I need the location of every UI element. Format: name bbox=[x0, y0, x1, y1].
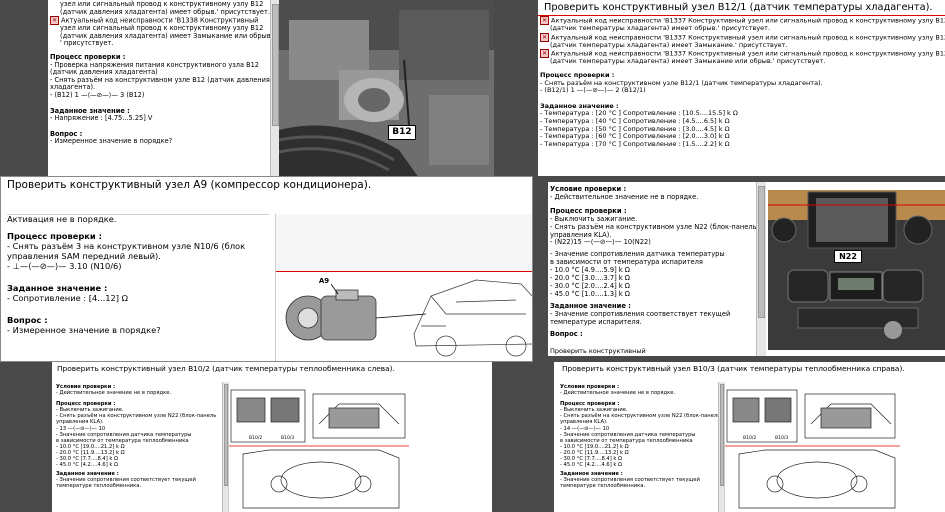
error-icon: ✕ bbox=[540, 16, 549, 25]
condition-text: - Действительное значение не в порядке. bbox=[56, 390, 172, 397]
fault-line: (датчик температуры хладагента) имеет За… bbox=[550, 40, 788, 49]
setpoint-value: - Сопротивление : [4...12] Ω bbox=[7, 293, 128, 303]
text-panel: Условие проверки : - Действительное знач… bbox=[550, 186, 756, 356]
scrollbar-thumb[interactable] bbox=[758, 186, 765, 318]
procedure-line: - (B12) 1 —⟨—⊘—⟩— 3 (B12) bbox=[50, 91, 145, 100]
status-line: Активация не в порядке. bbox=[7, 214, 117, 224]
value-line: - 45.0 °C [4.2....4.6] k Ω bbox=[560, 462, 622, 469]
setpoint-line: температуре теплообменника. bbox=[56, 483, 142, 490]
fault-line: (датчик температуры хладагента) имеет об… bbox=[550, 24, 771, 33]
procedure-line: - (N22)15 —⟨—⊘—⟩— 10(N22) bbox=[550, 238, 651, 247]
a9-callout: A9 bbox=[318, 277, 330, 285]
question-text: - Измеренное значение в порядке? bbox=[50, 137, 173, 146]
window-b12-1-check: Проверить конструктивный узел B12/1 (дат… bbox=[538, 0, 945, 176]
diagram-label: B10/3 bbox=[281, 436, 295, 441]
question-heading: Вопрос : bbox=[7, 315, 48, 325]
question-text: - Измеренное значение в порядке? bbox=[7, 325, 161, 335]
setpoint-heading: Заданное значение : bbox=[7, 283, 108, 293]
bottom-caption: Проверить конструктивный bbox=[550, 347, 646, 355]
compressor-illustration: A9 bbox=[275, 214, 532, 361]
question-heading: Вопрос : bbox=[550, 329, 583, 338]
error-icon: ✕ bbox=[540, 32, 549, 42]
value-line: - Значение сопротивления датчика темпера… bbox=[560, 431, 696, 438]
divider bbox=[7, 214, 269, 215]
setpoint-row: - Температура : [70 °C ] Сопротивление :… bbox=[540, 139, 730, 148]
procedure-line: - (B12/1) 1 —⟨—⊘—⟩— 2 (B12/1) bbox=[540, 86, 646, 95]
window-title: Проверить конструктивный узел A9 (компре… bbox=[7, 179, 372, 191]
window-b12-check: узел или сигнальный провод к конструктив… bbox=[48, 0, 494, 178]
text-panel: узел или сигнальный провод к конструктив… bbox=[48, 0, 270, 178]
fault-line: (датчик температуры хладагента) имеет За… bbox=[550, 57, 826, 66]
setpoint-value: - Напряжение : [4.75...5.25] V bbox=[50, 114, 153, 123]
engine-bay-photo: B12 bbox=[279, 0, 494, 178]
text-panel: Условие проверки : - Действительное знач… bbox=[560, 384, 718, 512]
window-n22-check: Условие проверки : - Действительное знач… bbox=[548, 182, 945, 356]
fault-line: (датчик давления хладагента) имеет обрыв… bbox=[60, 7, 270, 16]
window-a9-check: Проверить конструктивный узел A9 (компре… bbox=[0, 176, 533, 362]
value-line: - 45.0 °C [4.2....4.6] k Ω bbox=[56, 462, 118, 469]
diagram-label: B10/2 bbox=[743, 436, 757, 441]
procedure-line: - ⊥—⟨—⊘—⟩— 3.10 (N10/6) bbox=[7, 261, 122, 271]
condition-text: - Действительное значение не в порядке. bbox=[550, 192, 699, 201]
window-b10-3-check: Проверить конструктивный узел B10/3 (дат… bbox=[554, 362, 945, 512]
error-icon: ✕ bbox=[50, 16, 59, 26]
vertical-scrollbar[interactable] bbox=[756, 182, 766, 356]
fault-line: ' присутствует. bbox=[60, 39, 114, 48]
b12-callout: B12 bbox=[388, 125, 416, 140]
error-icon: ✕ bbox=[540, 49, 549, 59]
dashboard-photo: N22 bbox=[768, 190, 945, 350]
window-title: Проверить конструктивный узел B10/3 (дат… bbox=[562, 364, 905, 373]
condition-text: - Действительное значение не в порядке. bbox=[560, 390, 676, 397]
heat-exchanger-diagram: B10/2 B10/3 bbox=[724, 384, 945, 512]
setpoint-line: температуре теплообменника. bbox=[560, 483, 646, 490]
diagram-label: B10/2 bbox=[249, 436, 263, 441]
text-panel: Активация не в порядке. Процесс проверки… bbox=[7, 214, 269, 361]
procedure-heading: Процесс проверки : bbox=[7, 231, 102, 241]
value-line: - 45.0 °C [1.0....1.3] k Ω bbox=[550, 289, 630, 298]
diagram-label: B10/3 bbox=[775, 436, 789, 441]
procedure-line: управления SAM передний левый). bbox=[7, 251, 161, 261]
text-panel: Условие проверки : - Действительное знач… bbox=[56, 384, 222, 512]
window-b10-2-check: Проверить конструктивный узел B10/2 (дат… bbox=[52, 362, 492, 512]
scrollbar-thumb[interactable] bbox=[272, 4, 279, 126]
n22-callout: N22 bbox=[834, 250, 862, 263]
heat-exchanger-diagram: B10/2 B10/3 bbox=[228, 384, 492, 512]
text-panel: ✕ Актуальный код неисправности 'B1337 Кон… bbox=[540, 16, 945, 176]
window-title: Проверить конструктивный узел B12/1 (дат… bbox=[544, 2, 933, 13]
procedure-line: - Снять разъём 3 на конструктивном узле … bbox=[7, 241, 246, 251]
window-title: Проверить конструктивный узел B10/2 (дат… bbox=[57, 364, 395, 373]
setpoint-line: температуре испарителя. bbox=[550, 317, 642, 326]
